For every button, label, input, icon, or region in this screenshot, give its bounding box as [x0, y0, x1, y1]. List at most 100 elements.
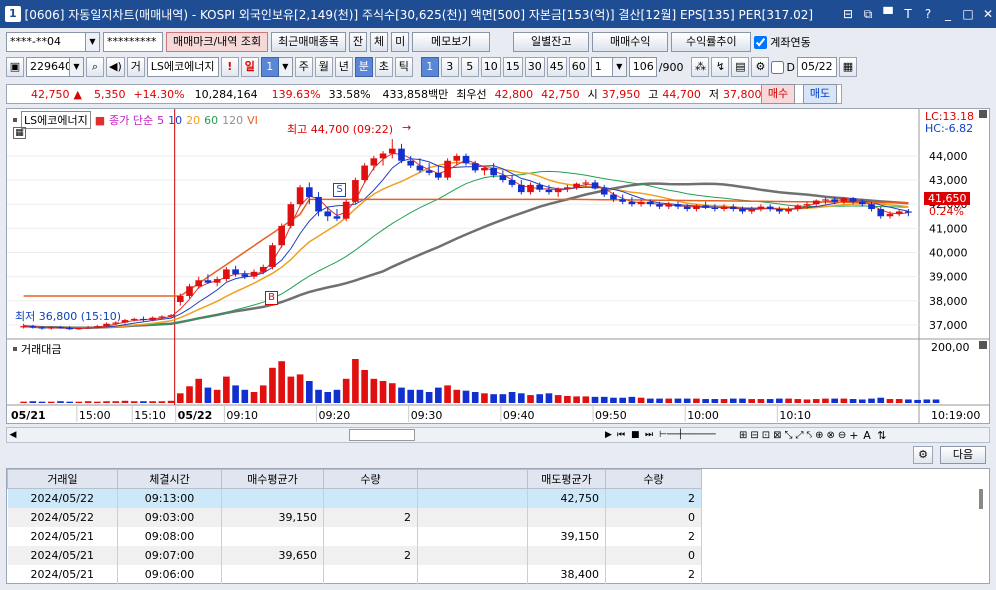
- candle-body: [66, 327, 74, 330]
- header-buy-qty[interactable]: 수량: [323, 469, 418, 489]
- period-month-button[interactable]: 월: [314, 57, 333, 77]
- interval-30-button[interactable]: 30: [524, 57, 545, 77]
- table-row[interactable]: 2024/05/21 09:07:00 39,650 2 0: [7, 545, 702, 565]
- interval-5-button[interactable]: 5: [460, 57, 479, 77]
- exchange-tag[interactable]: 거: [126, 57, 145, 77]
- warning-icon[interactable]: !: [220, 57, 239, 77]
- volume-bar: [250, 392, 258, 403]
- interval-10-button[interactable]: 10: [480, 57, 501, 77]
- sell-marker[interactable]: S: [333, 183, 346, 197]
- zoom-slider[interactable]: ⊢──┼──────: [659, 430, 739, 440]
- period-second-button[interactable]: 초: [374, 57, 393, 77]
- candle-body: [352, 180, 359, 202]
- font-icon[interactable]: T: [900, 7, 916, 22]
- interval-input[interactable]: 1: [590, 57, 613, 77]
- settings-tool-icon[interactable]: ⇅: [877, 429, 891, 442]
- candle-body: [499, 175, 507, 181]
- interval-dropdown-icon[interactable]: ▼: [612, 57, 627, 77]
- first-page-icon[interactable]: ⏮: [617, 430, 631, 440]
- price-close-icon[interactable]: [979, 110, 987, 118]
- period-dropdown-icon[interactable]: ▼: [278, 57, 293, 77]
- header-buy-avg[interactable]: 매수평균가: [221, 469, 324, 489]
- text-tool-icon[interactable]: A: [863, 429, 877, 442]
- legend-title: 종가 단순: [109, 114, 154, 127]
- drawing-tools-icon[interactable]: ⊞⊟⊡⊠⤡⤢⤣⊕⊗⊖: [739, 430, 849, 441]
- save-icon[interactable]: ▤: [731, 57, 750, 77]
- table-row[interactable]: 2024/05/21 09:06:00 38,400 2: [7, 564, 702, 584]
- sell-button[interactable]: 매도: [803, 84, 837, 104]
- price-chart[interactable]: 44,00043,00042,00041,00040,00039,00038,0…: [6, 108, 990, 424]
- legend-stock-name[interactable]: LS에코에너지: [21, 111, 91, 129]
- balance-button[interactable]: 잔: [348, 32, 368, 52]
- table-icon[interactable]: ▦: [13, 127, 26, 139]
- gear-icon[interactable]: ⚙: [751, 57, 770, 77]
- interval-60-button[interactable]: 60: [568, 57, 589, 77]
- candle-body: [665, 204, 673, 207]
- zoom-in-icon[interactable]: +: [849, 429, 863, 442]
- next-button[interactable]: 다음: [940, 446, 986, 464]
- restore-group-icon[interactable]: ⧉: [860, 7, 876, 22]
- search-icon[interactable]: ⌕: [86, 57, 104, 77]
- speaker-icon[interactable]: ◀): [106, 57, 125, 77]
- account-dropdown-icon[interactable]: ▼: [86, 32, 100, 52]
- scroll-right-icon[interactable]: ▶: [605, 430, 617, 440]
- interval-45-button[interactable]: 45: [546, 57, 567, 77]
- count-input[interactable]: 106: [628, 57, 657, 77]
- stock-code-input[interactable]: 229640: [26, 57, 70, 77]
- unfilled-button[interactable]: 미: [391, 32, 410, 52]
- filled-button[interactable]: 체: [370, 32, 389, 52]
- draw-tool-icon[interactable]: ⁂: [691, 57, 710, 77]
- scroll-thumb[interactable]: [349, 429, 415, 441]
- period-day-button[interactable]: 일: [240, 57, 259, 77]
- daily-balance-button[interactable]: 일별잔고: [513, 32, 590, 52]
- help-icon[interactable]: ?: [920, 7, 936, 22]
- layout-icon[interactable]: ⊟: [840, 7, 856, 22]
- buy-button[interactable]: 매수: [761, 84, 795, 104]
- profit-trend-button[interactable]: 수익률추이: [671, 32, 752, 52]
- period-tick-button[interactable]: 틱: [394, 57, 413, 77]
- interval-1-button[interactable]: 1: [420, 57, 439, 77]
- horizontal-scrollbar[interactable]: [19, 429, 605, 441]
- date-input[interactable]: 05/22: [796, 57, 837, 77]
- volume-rate: 139.63%: [271, 87, 321, 101]
- header-trade-time[interactable]: 체결시간: [117, 469, 222, 489]
- pin-icon[interactable]: ▀: [880, 7, 896, 22]
- chart-canvas[interactable]: 44,00043,00042,00041,00040,00039,00038,0…: [7, 109, 989, 423]
- password-input[interactable]: *********: [103, 32, 163, 52]
- header-trade-date[interactable]: 거래일: [7, 469, 118, 489]
- scroll-left-icon[interactable]: ◀: [7, 430, 19, 440]
- minimize-icon[interactable]: _: [940, 7, 956, 22]
- line-tool-icon[interactable]: ↯: [711, 57, 730, 77]
- close-icon[interactable]: ✕: [980, 7, 996, 22]
- recent-trades-button[interactable]: 최근매매종목: [271, 32, 346, 52]
- trade-mark-button[interactable]: 매매마크/내역 조회: [166, 32, 269, 52]
- account-link-checkbox[interactable]: [754, 35, 768, 49]
- stop-icon[interactable]: ■: [631, 430, 645, 440]
- interval-15-button[interactable]: 15: [502, 57, 523, 77]
- code-dropdown-icon[interactable]: ▼: [70, 57, 84, 77]
- interval-3-button[interactable]: 3: [440, 57, 459, 77]
- toolbar-account: ****-**04 ▼ ********* 매매마크/내역 조회 최근매매종목 …: [6, 32, 811, 52]
- period-week-button[interactable]: 주: [294, 57, 313, 77]
- buy-marker[interactable]: B: [265, 291, 278, 305]
- period-value-field[interactable]: 1: [260, 57, 279, 77]
- account-input[interactable]: ****-**04: [6, 32, 86, 52]
- chart-settings-icon[interactable]: ▣: [6, 57, 24, 77]
- header-sell-avg[interactable]: 매도평균가: [527, 469, 606, 489]
- trade-profit-button[interactable]: 매매수익: [592, 32, 669, 52]
- vertical-scroll-thumb[interactable]: [979, 489, 983, 509]
- grid-settings-icon[interactable]: ⚙: [913, 446, 933, 464]
- memo-button[interactable]: 메모보기: [412, 32, 491, 52]
- table-row[interactable]: 2024/05/21 09:08:00 39,150 2: [7, 526, 702, 546]
- table-row[interactable]: 2024/05/22 09:13:00 42,750 2: [7, 488, 702, 508]
- date-checkbox[interactable]: [771, 60, 785, 74]
- header-sell-qty[interactable]: 수량: [605, 469, 702, 489]
- maximize-icon[interactable]: □: [960, 7, 976, 22]
- volume-close-icon[interactable]: [979, 341, 987, 349]
- period-year-button[interactable]: 년: [334, 57, 353, 77]
- candle-body: [47, 327, 55, 329]
- period-minute-button[interactable]: 분: [354, 57, 373, 77]
- calendar-icon[interactable]: ▦: [838, 57, 857, 77]
- table-row[interactable]: 2024/05/22 09:03:00 39,150 2 0: [7, 507, 702, 527]
- next-page-icon[interactable]: ⏭: [645, 430, 659, 440]
